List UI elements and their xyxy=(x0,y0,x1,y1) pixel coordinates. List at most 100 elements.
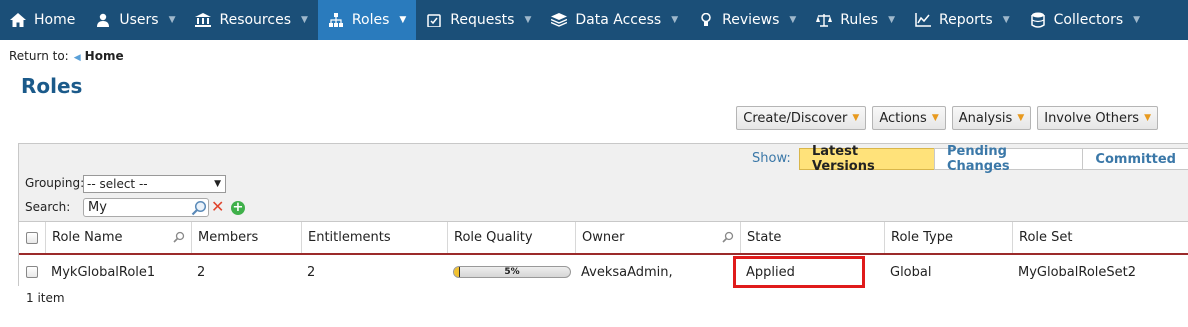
members-value: 2 xyxy=(197,264,206,280)
role-quality-text: 5% xyxy=(504,267,520,277)
chevron-down-icon: ▼ xyxy=(888,15,895,25)
owner-value: AveksaAdmin, xyxy=(581,264,673,280)
rules-icon xyxy=(816,12,833,28)
column-role-set[interactable]: Role Set xyxy=(1012,222,1188,253)
roles-icon xyxy=(328,12,344,28)
row-checkbox[interactable] xyxy=(26,266,38,278)
breadcrumb: Return to: ◀ Home xyxy=(9,49,124,63)
role-type-value: Global xyxy=(890,264,932,280)
breadcrumb-home-link[interactable]: Home xyxy=(85,49,124,63)
version-tabs: Latest Versions Pending Changes Committe… xyxy=(799,144,1188,174)
nav-users[interactable]: Users ▼ xyxy=(85,0,185,40)
column-entitlements[interactable]: Entitlements xyxy=(301,222,447,253)
analysis-button[interactable]: Analysis ▼ xyxy=(951,106,1032,130)
dropdown-arrow-icon: ▼ xyxy=(852,113,860,123)
nav-requests[interactable]: Requests ▼ xyxy=(416,0,541,40)
nav-data-access-label: Data Access xyxy=(575,12,662,28)
nav-rules[interactable]: Rules ▼ xyxy=(806,0,905,40)
data-access-icon xyxy=(551,12,568,28)
nav-rules-label: Rules xyxy=(840,12,879,28)
nav-reviews-label: Reviews xyxy=(722,12,780,28)
column-members[interactable]: Members xyxy=(191,222,301,253)
column-role-name[interactable]: Role Name xyxy=(45,222,191,253)
column-label: State xyxy=(747,230,782,245)
reviews-icon xyxy=(698,12,714,28)
select-all-cell xyxy=(19,222,45,253)
column-label: Members xyxy=(198,230,259,245)
resources-icon xyxy=(195,12,212,28)
nav-roles[interactable]: Roles ▼ xyxy=(317,0,417,40)
cell-members: 2 xyxy=(191,257,301,287)
roles-grid-panel: Show: Latest Versions Pending Changes Co… xyxy=(18,143,1188,287)
home-icon xyxy=(10,12,26,28)
column-role-quality[interactable]: Role Quality xyxy=(447,222,575,253)
column-role-type[interactable]: Role Type xyxy=(884,222,1012,253)
create-discover-label: Create/Discover xyxy=(743,110,848,126)
nav-requests-label: Requests xyxy=(450,12,515,28)
add-filter-icon[interactable]: + xyxy=(231,201,245,215)
tab-pending-changes[interactable]: Pending Changes xyxy=(933,144,1084,174)
chevron-down-icon: ▼ xyxy=(671,15,679,25)
involve-others-button[interactable]: Involve Others ▼ xyxy=(1037,106,1158,130)
grouping-select[interactable]: -- select -- ▼ xyxy=(83,175,226,193)
action-buttons: Create/Discover ▼ Actions ▼ Analysis ▼ Invo… xyxy=(736,106,1158,130)
column-label: Role Name xyxy=(52,230,123,245)
tab-committed[interactable]: Committed xyxy=(1082,148,1188,170)
nav-collectors[interactable]: Collectors ▼ xyxy=(1020,0,1150,40)
cell-entitlements: 2 xyxy=(301,257,447,287)
requests-icon xyxy=(426,12,442,28)
column-label: Role Quality xyxy=(454,230,533,245)
nav-resources[interactable]: Resources ▼ xyxy=(185,0,317,40)
analysis-label: Analysis xyxy=(958,110,1013,126)
actions-label: Actions xyxy=(879,110,927,126)
back-arrow-icon: ◀ xyxy=(73,53,81,63)
involve-others-label: Involve Others xyxy=(1044,110,1140,126)
nav-reviews[interactable]: Reviews ▼ xyxy=(688,0,806,40)
reports-icon xyxy=(915,12,931,28)
nav-users-label: Users xyxy=(119,12,159,28)
grouping-label: Grouping: xyxy=(25,176,85,190)
nav-reports-label: Reports xyxy=(939,12,993,28)
search-icon[interactable] xyxy=(173,231,185,243)
entitlements-value: 2 xyxy=(307,264,316,280)
nav-reports[interactable]: Reports ▼ xyxy=(905,0,1020,40)
create-discover-button[interactable]: Create/Discover ▼ xyxy=(736,106,867,130)
chevron-down-icon: ▼ xyxy=(300,15,308,25)
chevron-down-icon: ▼ xyxy=(524,15,532,25)
clear-search-icon[interactable]: ✕ xyxy=(211,199,224,215)
column-label: Entitlements xyxy=(308,230,391,245)
nav-data-access[interactable]: Data Access ▼ xyxy=(541,0,688,40)
select-all-checkbox[interactable] xyxy=(26,231,38,244)
cell-role-type: Global xyxy=(884,257,1012,287)
column-label: Owner xyxy=(582,230,625,245)
nav-collectors-label: Collectors xyxy=(1053,12,1124,28)
table-row[interactable]: MykGlobalRole1 2 2 5% AveksaAdmin, Appli… xyxy=(19,257,1188,287)
column-owner[interactable]: Owner xyxy=(575,222,740,253)
breadcrumb-prefix: Return to: xyxy=(9,49,69,63)
chevron-down-icon: ▼ xyxy=(214,179,221,189)
cell-role-name[interactable]: MykGlobalRole1 xyxy=(45,257,191,287)
show-label: Show: xyxy=(752,151,791,166)
top-nav: Home Users ▼ Resources ▼ Roles ▼ Request… xyxy=(0,0,1188,40)
nav-roles-label: Roles xyxy=(351,12,390,28)
nav-home-label: Home xyxy=(34,12,76,28)
page-title: Roles xyxy=(21,74,83,98)
column-state[interactable]: State xyxy=(740,222,884,253)
collectors-icon xyxy=(1030,12,1046,28)
item-count: 1 item xyxy=(26,291,65,305)
nav-resources-label: Resources xyxy=(219,12,291,28)
role-set-value: MyGlobalRoleSet2 xyxy=(1018,264,1137,280)
dropdown-arrow-icon: ▼ xyxy=(1144,113,1151,123)
dropdown-arrow-icon: ▼ xyxy=(1017,113,1025,123)
role-name-link[interactable]: MykGlobalRole1 xyxy=(51,265,155,280)
cell-owner: AveksaAdmin, xyxy=(575,257,740,287)
dropdown-arrow-icon: ▼ xyxy=(931,113,939,123)
tab-latest-versions[interactable]: Latest Versions xyxy=(799,144,935,174)
search-icon[interactable] xyxy=(722,231,734,243)
chevron-down-icon: ▼ xyxy=(789,15,797,25)
nav-home[interactable]: Home xyxy=(0,0,85,40)
actions-button[interactable]: Actions ▼ xyxy=(872,106,946,130)
chevron-down-icon: ▼ xyxy=(1002,15,1010,25)
search-icon[interactable] xyxy=(191,200,207,216)
column-label: Role Type xyxy=(891,230,954,245)
